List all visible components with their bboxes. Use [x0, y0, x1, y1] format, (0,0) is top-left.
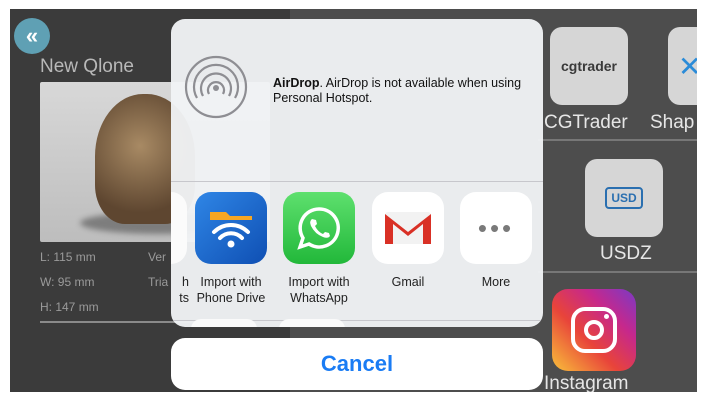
share-apps-row: h ts Import with Phone Drive Import with Wh… — [171, 182, 543, 322]
gmail-icon — [372, 192, 444, 264]
airdrop-message: AirDrop. AirDrop is not available when u… — [273, 76, 533, 106]
height-stat: H: 147 mm — [40, 300, 99, 314]
action-row-peek-1 — [191, 319, 257, 327]
airdrop-title: AirDrop — [273, 76, 320, 90]
instagram-tile[interactable] — [552, 289, 636, 371]
back-button[interactable]: « — [14, 18, 50, 54]
triangles-stat: Tria — [148, 275, 169, 289]
instagram-icon — [571, 307, 617, 353]
share-app-whatsapp[interactable]: Import with WhatsApp — [279, 192, 359, 306]
shapeways-icon: ✕ — [678, 50, 697, 82]
share-app-partial[interactable]: h ts — [171, 192, 191, 306]
share-app-phone-drive[interactable]: Import with Phone Drive — [191, 192, 271, 306]
shapeways-label: Shap — [650, 112, 695, 133]
width-stat: W: 95 mm — [40, 275, 95, 289]
partial-app-icon — [171, 192, 187, 264]
usdz-file-icon: USD — [605, 187, 643, 209]
cancel-button[interactable]: Cancel — [171, 338, 543, 390]
export-divider-2 — [538, 271, 697, 273]
cgtrader-label: CGTrader — [544, 112, 628, 133]
vertices-stat: Ver — [148, 250, 167, 264]
usdz-tile[interactable]: USD — [585, 159, 663, 237]
share-sheet: AirDrop. AirDrop is not available when u… — [171, 19, 543, 327]
share-app-more-label: More — [481, 275, 511, 289]
share-app-whatsapp-label: Import with WhatsApp — [288, 275, 350, 305]
airdrop-row[interactable]: AirDrop. AirDrop is not available when u… — [171, 19, 543, 179]
share-app-gmail[interactable]: Gmail — [368, 192, 448, 290]
screen: « New Qlone L: 115 mm Ver W: 95 mm Tria … — [10, 9, 697, 392]
action-row-peek-2 — [279, 319, 345, 327]
cgtrader-tile[interactable]: cgtrader — [550, 27, 628, 105]
share-app-partial-label: h ts — [179, 275, 189, 305]
model-title: New Qlone — [40, 56, 134, 77]
share-app-more[interactable]: ••• More — [456, 192, 536, 290]
length-stat: L: 115 mm — [40, 250, 96, 264]
instagram-label: Instagram — [544, 373, 629, 392]
export-divider-1 — [538, 139, 697, 141]
share-app-gmail-label: Gmail — [391, 275, 425, 289]
double-chevron-left-icon: « — [25, 23, 39, 48]
cgtrader-logo: cgtrader — [560, 58, 618, 74]
more-dots-icon: ••• — [460, 192, 532, 264]
share-app-phone-drive-label: Import with Phone Drive — [196, 275, 266, 305]
airdrop-icon — [184, 55, 248, 119]
shapeways-tile[interactable]: ✕ — [668, 27, 697, 105]
whatsapp-icon — [283, 192, 355, 264]
phone-drive-wifi-icon — [195, 192, 267, 264]
usdz-label: USDZ — [600, 243, 652, 264]
